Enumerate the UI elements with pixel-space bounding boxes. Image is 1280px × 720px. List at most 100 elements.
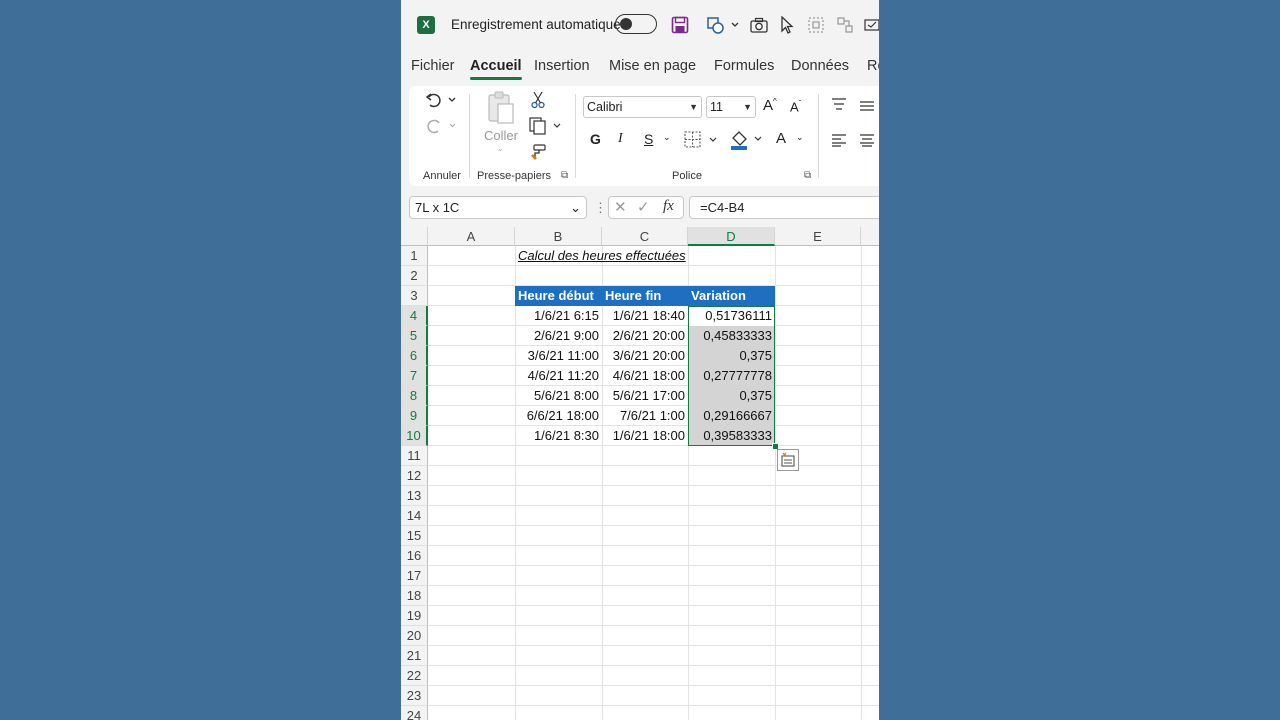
column-header-c[interactable]: C [602, 227, 688, 246]
cell-heure-debut[interactable]: 5/6/21 8:00 [515, 386, 602, 406]
grow-font-button[interactable]: A^ [763, 97, 777, 114]
row-header[interactable]: 24 [401, 706, 428, 720]
italic-button[interactable]: I [618, 131, 623, 147]
cell-heure-fin[interactable]: 1/6/21 18:00 [602, 426, 688, 446]
align-top-icon[interactable] [829, 96, 849, 112]
more-options-icon[interactable]: ⋮ [594, 200, 607, 216]
bold-button[interactable]: G [590, 131, 601, 147]
group-objects-icon[interactable] [834, 14, 856, 36]
header-cell-variation[interactable]: Variation [688, 286, 775, 306]
format-painter-icon[interactable] [528, 142, 548, 162]
cell-heure-fin[interactable]: 3/6/21 20:00 [602, 346, 688, 366]
row-header[interactable]: 2 [401, 266, 428, 286]
row-header[interactable]: 8 [401, 386, 428, 406]
cell-variation[interactable]: 0,39583333 [688, 426, 775, 446]
row-header[interactable]: 1 [401, 246, 428, 266]
align-center-icon[interactable] [857, 132, 877, 148]
chevron-down-icon[interactable]: ⌄ [663, 132, 671, 143]
cell-variation[interactable]: 0,29166667 [688, 406, 775, 426]
tab-revision[interactable]: Ré [867, 58, 879, 74]
cell-variation[interactable]: 0,375 [688, 386, 775, 406]
row-header[interactable]: 17 [401, 566, 428, 586]
more-tools-icon[interactable] [863, 14, 879, 36]
tab-insertion[interactable]: Insertion [534, 58, 590, 74]
cut-icon[interactable] [529, 90, 547, 110]
row-header[interactable]: 19 [401, 606, 428, 626]
clipboard-launcher-icon[interactable]: ⧉ [561, 170, 568, 181]
cell-heure-fin[interactable]: 1/6/21 18:40 [602, 306, 688, 326]
row-header[interactable]: 5 [401, 326, 428, 346]
row-header[interactable]: 21 [401, 646, 428, 666]
cell-variation[interactable]: 0,375 [688, 346, 775, 366]
shrink-font-button[interactable]: Aˇ [790, 99, 801, 114]
cell-heure-debut[interactable]: 2/6/21 9:00 [515, 326, 602, 346]
row-header[interactable]: 18 [401, 586, 428, 606]
paste-icon[interactable] [483, 90, 519, 126]
cell-heure-debut[interactable]: 6/6/21 18:00 [515, 406, 602, 426]
row-header[interactable]: 20 [401, 626, 428, 646]
insert-function-icon[interactable]: fx [663, 198, 674, 215]
row-header[interactable]: 6 [401, 346, 428, 366]
row-header[interactable]: 3 [401, 286, 428, 306]
cell-heure-fin[interactable]: 7/6/21 1:00 [602, 406, 688, 426]
column-header-b[interactable]: B [515, 227, 602, 246]
row-header[interactable]: 9 [401, 406, 428, 426]
underline-button[interactable]: S [644, 131, 653, 147]
shapes-dropdown-icon[interactable] [706, 14, 742, 36]
cancel-icon[interactable]: ✕ [614, 198, 627, 216]
font-size-select[interactable]: 11 ▼ [706, 96, 756, 118]
tab-fichier[interactable]: Fichier [411, 58, 455, 74]
align-left-icon[interactable] [829, 132, 849, 148]
row-header[interactable]: 12 [401, 466, 428, 486]
row-header[interactable]: 22 [401, 666, 428, 686]
tab-donnees[interactable]: Données [791, 58, 849, 74]
row-header[interactable]: 14 [401, 506, 428, 526]
redo-button[interactable] [423, 116, 457, 136]
tab-accueil[interactable]: Accueil [470, 58, 522, 80]
select-objects-icon[interactable] [805, 14, 827, 36]
pointer-icon[interactable] [777, 14, 797, 36]
row-header[interactable]: 4 [401, 306, 428, 326]
autosave-toggle[interactable] [615, 14, 657, 34]
font-name-select[interactable]: Calibri ▼ [583, 96, 702, 118]
formula-input[interactable]: =C4-B4 [689, 196, 879, 219]
save-icon[interactable] [669, 14, 691, 36]
camera-icon[interactable] [748, 14, 770, 36]
row-header[interactable]: 16 [401, 546, 428, 566]
column-header-e[interactable]: E [775, 227, 861, 246]
font-launcher-icon[interactable]: ⧉ [804, 170, 811, 181]
cell-variation[interactable]: 0,27777778 [688, 366, 775, 386]
row-header[interactable]: 23 [401, 686, 428, 706]
column-header-f[interactable] [861, 227, 879, 246]
cell-heure-debut[interactable]: 1/6/21 6:15 [515, 306, 602, 326]
cell-heure-debut[interactable]: 3/6/21 11:00 [515, 346, 602, 366]
copy-icon[interactable] [527, 116, 563, 136]
column-header-a[interactable]: A [428, 227, 515, 246]
cell-heure-debut[interactable]: 1/6/21 8:30 [515, 426, 602, 446]
select-all-corner[interactable] [401, 227, 428, 246]
header-cell-heure-debut[interactable]: Heure début [515, 286, 602, 306]
cell-variation[interactable]: 0,45833333 [688, 326, 775, 346]
align-middle-icon[interactable] [857, 98, 877, 114]
cell-heure-fin[interactable]: 5/6/21 17:00 [602, 386, 688, 406]
row-header[interactable]: 10 [401, 426, 428, 446]
paste-label[interactable]: Coller [484, 128, 518, 143]
font-color-button[interactable]: A [776, 130, 786, 147]
fill-color-icon[interactable] [729, 128, 765, 152]
tab-formules[interactable]: Formules [714, 58, 774, 74]
sheet-title-cell[interactable]: Calcul des heures effectuées [515, 246, 775, 266]
borders-icon[interactable] [683, 130, 721, 150]
name-box[interactable]: 7L x 1C ⌄ [409, 196, 587, 219]
cell-heure-fin[interactable]: 2/6/21 20:00 [602, 326, 688, 346]
column-header-d[interactable]: D [688, 227, 775, 246]
row-header[interactable]: 13 [401, 486, 428, 506]
row-header[interactable]: 15 [401, 526, 428, 546]
undo-button[interactable] [423, 90, 457, 110]
cell-heure-fin[interactable]: 4/6/21 18:00 [602, 366, 688, 386]
row-header[interactable]: 11 [401, 446, 428, 466]
row-header[interactable]: 7 [401, 366, 428, 386]
tab-mise-en-page[interactable]: Mise en page [609, 58, 696, 74]
cell-heure-debut[interactable]: 4/6/21 11:20 [515, 366, 602, 386]
confirm-icon[interactable]: ✓ [637, 198, 650, 216]
header-cell-heure-fin[interactable]: Heure fin [602, 286, 688, 306]
